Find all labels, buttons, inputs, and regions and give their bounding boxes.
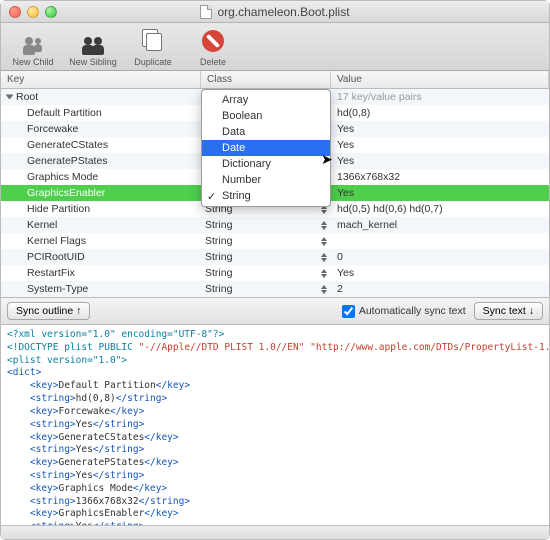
key-cell[interactable]: GeneratePStates <box>1 155 201 167</box>
class-menu-item[interactable]: String <box>202 188 330 204</box>
class-stepper[interactable] <box>321 237 327 246</box>
key-cell[interactable]: Graphics Mode <box>1 171 201 183</box>
class-stepper[interactable] <box>321 269 327 278</box>
class-stepper[interactable] <box>321 221 327 230</box>
table-row[interactable]: PCIRootUIDString0 <box>1 249 549 265</box>
class-menu-item[interactable]: Array <box>202 92 330 108</box>
key-cell[interactable]: PCIRootUID <box>1 251 201 263</box>
value-cell[interactable]: Yes <box>331 155 549 167</box>
minimize-window-button[interactable] <box>27 6 39 18</box>
class-menu-item[interactable]: Boolean <box>202 108 330 124</box>
key-cell[interactable]: System-Type <box>1 283 201 295</box>
plist-outline: Key Class Value Root Dictionary 17 key/val… <box>1 71 549 297</box>
key-cell[interactable]: Kernel <box>1 219 201 231</box>
window-titlebar: org.chameleon.Boot.plist <box>1 1 549 23</box>
sync-text-button[interactable]: Sync text ↓ <box>474 302 543 320</box>
window-resize-handle[interactable] <box>1 525 549 539</box>
class-menu-item[interactable]: Data <box>202 124 330 140</box>
delete-button[interactable]: Delete <box>189 27 237 67</box>
key-cell[interactable]: GraphicsEnabler <box>1 187 201 199</box>
new-sibling-button[interactable]: New Sibling <box>69 27 117 67</box>
duplicate-button[interactable]: Duplicate <box>129 27 177 67</box>
table-row[interactable]: KernelStringmach_kernel <box>1 217 549 233</box>
value-cell[interactable]: 1366x768x32 <box>331 171 549 183</box>
column-value[interactable]: Value <box>331 71 549 88</box>
zoom-window-button[interactable] <box>45 6 57 18</box>
window-title: org.chameleon.Boot.plist <box>217 5 349 19</box>
class-stepper[interactable] <box>321 285 327 294</box>
auto-sync-checkbox[interactable]: Automatically sync text <box>342 305 466 318</box>
key-cell[interactable]: RestartFix <box>1 267 201 279</box>
value-cell[interactable]: Yes <box>331 267 549 279</box>
disclosure-triangle-icon[interactable] <box>6 95 14 100</box>
outline-header: Key Class Value <box>1 71 549 89</box>
xml-source-view[interactable]: <?xml version="1.0" encoding="UTF-8"?> <… <box>1 325 549 525</box>
class-cell[interactable]: String <box>201 251 331 263</box>
value-cell[interactable]: 2 <box>331 283 549 295</box>
sync-bar: Sync outline ↑ Automatically sync text S… <box>1 297 549 325</box>
key-cell[interactable]: Hide Partition <box>1 203 201 215</box>
class-menu-item[interactable]: Date <box>202 140 330 156</box>
class-cell[interactable]: String <box>201 235 331 247</box>
table-row[interactable]: RestartFixStringYes <box>1 265 549 281</box>
new-child-button[interactable]: New Child <box>9 27 57 67</box>
class-cell[interactable]: String <box>201 219 331 231</box>
sync-outline-button[interactable]: Sync outline ↑ <box>7 302 90 320</box>
key-cell[interactable]: Forcewake <box>1 123 201 135</box>
close-window-button[interactable] <box>9 6 21 18</box>
class-type-menu[interactable]: ArrayBooleanDataDateDictionaryNumberStri… <box>201 89 331 207</box>
value-cell[interactable]: Yes <box>331 139 549 151</box>
key-cell[interactable]: Default Partition <box>1 107 201 119</box>
value-cell[interactable]: hd(0,8) <box>331 107 549 119</box>
root-key: Root <box>16 91 38 103</box>
root-summary: 17 key/value pairs <box>331 91 549 103</box>
class-cell[interactable]: String <box>201 283 331 295</box>
value-cell[interactable]: hd(0,5) hd(0,6) hd(0,7) <box>331 203 549 215</box>
key-cell[interactable]: Kernel Flags <box>1 235 201 247</box>
value-cell[interactable]: Yes <box>331 123 549 135</box>
column-class[interactable]: Class <box>201 71 331 88</box>
delete-icon <box>202 30 224 52</box>
table-row[interactable]: System-TypeString2 <box>1 281 549 297</box>
value-cell[interactable]: Yes <box>331 187 549 199</box>
column-key[interactable]: Key <box>1 71 201 88</box>
class-menu-item[interactable]: Dictionary <box>202 156 330 172</box>
value-cell[interactable]: mach_kernel <box>331 219 549 231</box>
key-cell[interactable]: GenerateCStates <box>1 139 201 151</box>
value-cell[interactable]: 0 <box>331 251 549 263</box>
class-menu-item[interactable]: Number <box>202 172 330 188</box>
class-stepper[interactable] <box>321 253 327 262</box>
document-icon <box>200 5 212 19</box>
table-row[interactable]: Kernel FlagsString <box>1 233 549 249</box>
toolbar: New Child New Sibling Duplicate Delete <box>1 23 549 71</box>
class-cell[interactable]: String <box>201 267 331 279</box>
